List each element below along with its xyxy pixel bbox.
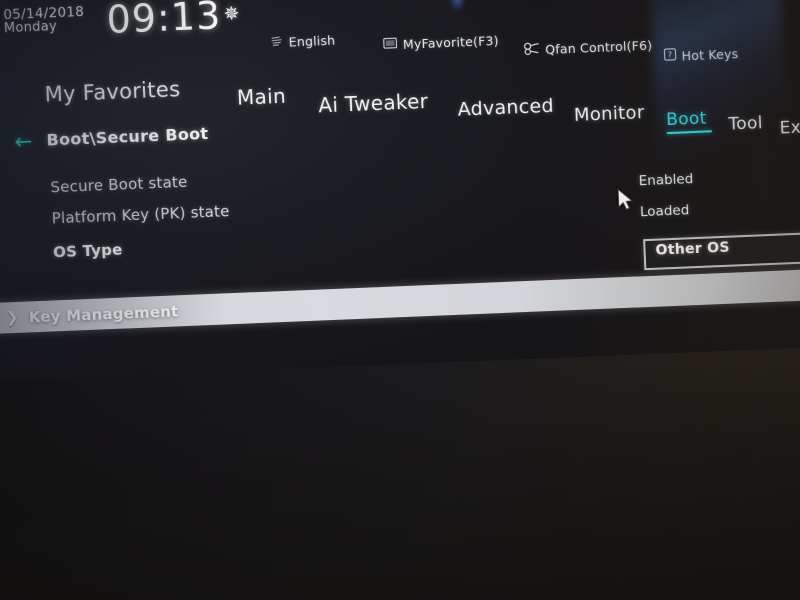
setting-value-platform-key-state: Loaded <box>639 202 690 221</box>
question-box-icon: ? <box>663 48 677 65</box>
language-label: English <box>288 32 336 50</box>
gear-icon[interactable]: ✵ <box>223 3 240 26</box>
svg-text:?: ? <box>668 50 673 59</box>
date-display: 05/14/2018 Monday <box>3 4 85 37</box>
hot-keys-label: Hot Keys <box>681 45 739 63</box>
tab-tool[interactable]: Tool <box>728 113 763 134</box>
submenu-item-key-management[interactable] <box>0 266 800 336</box>
fan-icon <box>523 41 541 59</box>
back-arrow-icon[interactable]: ← <box>14 129 33 154</box>
tab-ai-tweaker[interactable]: Ai Tweaker <box>318 89 429 117</box>
setting-value-secure-boot-state: Enabled <box>638 171 694 190</box>
tab-my-favorites[interactable]: My Favorites <box>44 77 181 107</box>
chevron-right-icon: ❯ <box>5 307 19 327</box>
bios-screen: UEFI BIOS Utility – Advanced Mode 05/14/… <box>0 0 800 382</box>
qfan-control-label: Qfan Control(F6) <box>544 37 653 58</box>
os-type-selected-value: Other OS <box>655 239 731 259</box>
mouse-pointer-icon <box>617 188 634 211</box>
language-selector[interactable]: English <box>270 32 336 51</box>
tab-boot[interactable]: Boot <box>666 109 707 131</box>
myfavorite-label: MyFavorite(F3) <box>402 32 499 52</box>
tab-advanced[interactable]: Advanced <box>457 95 554 121</box>
myfavorite-button[interactable]: MyFavorite(F3) <box>383 32 499 53</box>
hot-keys-button[interactable]: ? Hot Keys <box>663 45 739 65</box>
breadcrumb: Boot\Secure Boot <box>46 123 209 150</box>
photo-bottom-shadow <box>0 360 800 600</box>
tab-main[interactable]: Main <box>236 84 286 110</box>
bios-photo-screenshot: UEFI BIOS Utility – Advanced Mode 05/14/… <box>0 0 800 600</box>
folder-star-icon <box>383 36 399 53</box>
tab-exit[interactable]: Exit <box>779 117 800 138</box>
language-icon <box>270 35 284 51</box>
setting-label-secure-boot-state: Secure Boot state <box>50 172 188 197</box>
setting-label-platform-key-state: Platform Key (PK) state <box>51 202 230 228</box>
tab-monitor[interactable]: Monitor <box>574 102 645 126</box>
tab-boot-active-underline <box>666 130 712 135</box>
setting-label-os-type: OS Type <box>52 240 123 262</box>
weekday-value: Monday <box>3 19 58 37</box>
clock-display: 09:13 <box>105 0 223 42</box>
qfan-control-button[interactable]: Qfan Control(F6) <box>523 37 653 59</box>
